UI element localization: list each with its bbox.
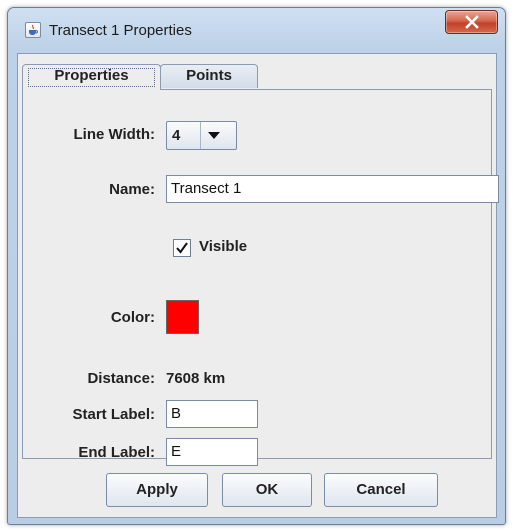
properties-dialog: Transect 1 Properties Points Properties …: [7, 7, 506, 525]
distance-value: 7608 km: [166, 370, 226, 387]
apply-button[interactable]: Apply: [106, 473, 208, 507]
visible-checkbox[interactable]: [173, 239, 191, 257]
dialog-content: Points Properties Line Width: 4 Name: Tr…: [17, 53, 499, 518]
visible-label[interactable]: Visible: [199, 238, 247, 255]
tab-points[interactable]: Points: [160, 64, 258, 88]
close-x-icon: [465, 15, 479, 29]
name-field[interactable]: Transect 1: [166, 175, 499, 203]
name-label: Name:: [109, 181, 155, 198]
window-title: Transect 1 Properties: [49, 22, 192, 39]
line-width-value: 4: [172, 127, 181, 144]
cancel-button[interactable]: Cancel: [324, 473, 438, 507]
ok-button[interactable]: OK: [222, 473, 312, 507]
line-width-label: Line Width:: [73, 126, 155, 143]
properties-panel: Line Width: 4 Name: Transect 1 Visible C…: [22, 89, 499, 466]
title-bar[interactable]: Transect 1 Properties: [8, 8, 505, 50]
end-label-label: End Label:: [78, 444, 155, 461]
java-cup-icon: [25, 22, 41, 38]
distance-label: Distance:: [87, 370, 155, 387]
end-label-field[interactable]: E: [166, 438, 258, 466]
tab-points-label: Points: [186, 67, 232, 84]
triangle-down-icon: [208, 132, 220, 139]
color-swatch-button[interactable]: [166, 300, 199, 334]
tab-properties[interactable]: Properties: [22, 64, 161, 90]
start-label-label: Start Label:: [72, 406, 155, 423]
checkmark-icon: [176, 242, 188, 254]
dropdown-divider: [200, 122, 201, 149]
line-width-dropdown[interactable]: 4: [166, 121, 237, 150]
color-label: Color:: [110, 309, 155, 326]
start-label-field[interactable]: B: [166, 400, 258, 428]
close-button[interactable]: [445, 10, 498, 34]
tab-focus-ring: [28, 68, 155, 87]
